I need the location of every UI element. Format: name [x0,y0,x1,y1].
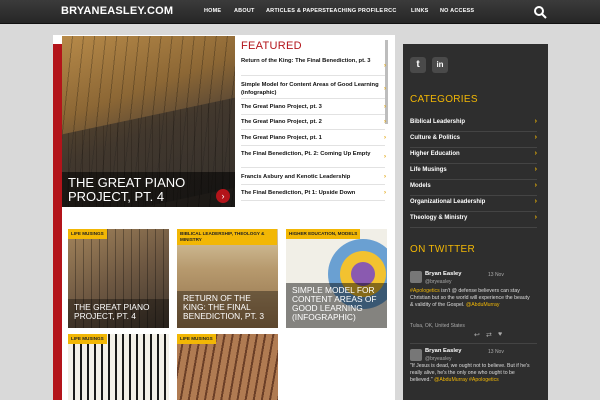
tweet-author-handle[interactable]: @bryeasley [425,356,451,362]
featured-item[interactable]: The Great Piano Project, pt. 2 [241,118,385,130]
category-item[interactable]: Organizational Leadership › [410,196,537,212]
category-tag[interactable]: LIFE MUSINGS [177,334,216,344]
site-logo[interactable]: BRYANEASLEY.COM [61,5,173,17]
chevron-right-icon: › [534,150,537,157]
tweet-date[interactable]: 13 Nov [488,272,504,278]
category-label[interactable]: Culture & Politics [410,135,460,141]
card-title[interactable]: THE GREAT PIANO PROJECT, PT. 4 [74,303,166,321]
featured-item[interactable]: Simple Model for Content Areas of Good L… [241,81,385,99]
tweet-text: "If Jesus is dead, we ought not to belie… [410,363,532,384]
post-card[interactable]: BIBLICAL LEADERSHIP, THEOLOGY & MINISTRY… [177,229,278,328]
chevron-right-icon: › [384,104,386,110]
featured-item[interactable]: Return of the King: The Final Benedictio… [241,57,385,76]
avatar[interactable] [410,271,422,283]
category-label[interactable]: Biblical Leadership [410,119,465,125]
category-tag[interactable]: LIFE MUSINGS [68,229,107,239]
post-card[interactable]: LIFE MUSINGS [177,334,278,400]
category-label[interactable]: Higher Education [410,151,460,157]
nav-articles-papers[interactable]: ARTICLES & PAPERS [266,8,326,14]
tweet-text: #Apologetics isn't @ defense believers c… [410,288,532,309]
post-card[interactable]: LIFE MUSINGS [68,334,169,400]
tweet-author-handle[interactable]: @bryeasley [425,279,451,285]
category-tag[interactable]: HIGHER EDUCATION, MODELS [286,229,361,239]
retweet-icon[interactable]: ⇄ [486,331,492,339]
tweet-date[interactable]: 13 Nov [488,349,504,355]
category-item[interactable]: Higher Education › [410,148,537,164]
chevron-right-icon: › [384,154,386,160]
chevron-right-icon[interactable]: › [216,189,230,203]
category-label[interactable]: Organizational Leadership [410,199,485,205]
category-item[interactable]: Culture & Politics › [410,132,537,148]
chevron-right-icon: › [384,135,386,141]
twitter-heading: ON TWITTER [410,244,476,255]
tweet-divider [410,343,537,344]
twitter-icon[interactable]: t [410,57,426,73]
featured-item[interactable]: The Great Piano Project, pt. 3 [241,103,385,115]
category-item[interactable]: Models › [410,180,537,196]
tweet-author-name[interactable]: Bryan Easley [425,348,461,354]
featured-item[interactable]: The Great Piano Project, pt. 1 [241,134,385,146]
category-item[interactable]: Theology & Ministry › [410,212,537,228]
hero-title[interactable]: THE GREAT PIANO PROJECT, PT. 4 [68,176,218,204]
featured-item[interactable]: The Final Benediction, Pt. 2: Coming Up … [241,150,385,168]
featured-item[interactable]: Francis Asbury and Kenotic Leadership [241,173,385,185]
chevron-right-icon: › [384,174,386,180]
hero-slide[interactable]: THE GREAT PIANO PROJECT, PT. 4 [62,36,235,207]
chevron-right-icon: › [384,86,386,92]
category-tag[interactable]: BIBLICAL LEADERSHIP, THEOLOGY & MINISTRY [177,229,277,245]
avatar[interactable] [410,349,422,361]
post-card[interactable]: LIFE MUSINGS THE GREAT PIANO PROJECT, PT… [68,229,169,328]
chevron-right-icon: › [384,63,386,69]
nav-home[interactable]: HOME [204,8,221,14]
chevron-right-icon: › [534,118,537,125]
post-card[interactable]: HIGHER EDUCATION, MODELS SIMPLE MODEL FO… [286,229,387,328]
chevron-right-icon: › [534,134,537,141]
categories-heading: CATEGORIES [410,94,478,105]
chevron-right-icon: › [534,198,537,205]
like-icon[interactable]: ♥ [498,331,502,338]
reply-icon[interactable]: ↩ [474,331,480,339]
tweet-mention[interactable]: @AbduMurray [434,377,468,383]
category-label[interactable]: Theology & Ministry [410,215,467,221]
chevron-right-icon: › [534,166,537,173]
category-item[interactable]: Life Musings › [410,164,537,180]
tweet-hashtag[interactable]: #Apologetics [469,377,499,383]
category-label[interactable]: Life Musings [410,167,447,173]
nav-links[interactable]: LINKS [411,8,429,14]
nav-about[interactable]: ABOUT [234,8,255,14]
linkedin-icon[interactable]: in [432,57,448,73]
top-navigation-bar: BRYANEASLEY.COM HOME ABOUT ARTICLES & PA… [0,0,600,24]
tweet-author-name[interactable]: Bryan Easley [425,271,461,277]
featured-heading: FEATURED [241,40,302,52]
tweet-location[interactable]: Tulsa, OK, United States [410,323,480,329]
search-icon[interactable] [533,5,547,19]
featured-item[interactable]: The Final Benediction, Pt 1: Upside Down [241,189,385,201]
nav-no-access[interactable]: NO ACCESS [440,8,474,14]
nav-rcc[interactable]: RCC [384,8,397,14]
nav-teaching-profile[interactable]: TEACHING PROFILE [326,8,383,14]
featured-scrollbar[interactable] [385,40,388,124]
tweet-mention[interactable]: @AbduMurray [466,302,500,308]
chevron-right-icon: › [384,119,386,125]
card-title[interactable]: RETURN OF THE KING: THE FINAL BENEDICTIO… [183,294,275,321]
category-label[interactable]: Models [410,183,431,189]
tweet-hashtag[interactable]: #Apologetics [410,288,440,294]
chevron-right-icon: › [534,182,537,189]
category-tag[interactable]: LIFE MUSINGS [68,334,107,344]
card-title[interactable]: SIMPLE MODEL FOR CONTENT AREAS OF GOOD L… [292,286,384,322]
chevron-right-icon: › [534,214,537,221]
category-item[interactable]: Biblical Leadership › [410,116,537,132]
accent-bar [53,44,62,400]
chevron-right-icon: › [384,190,386,196]
